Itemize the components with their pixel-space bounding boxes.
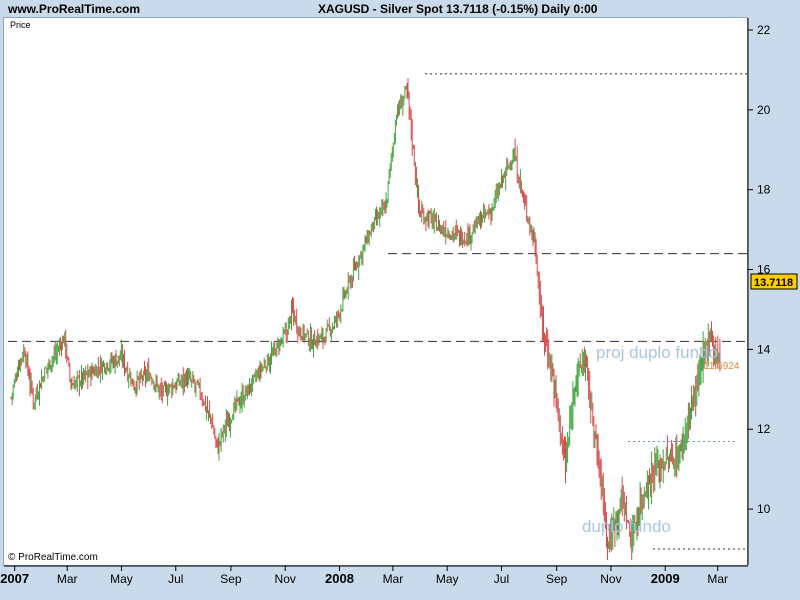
- price-chart: 10121416182022 2007 Mar May Jul Sep Nov 2008 Ma…: [0, 18, 798, 586]
- x-tick-label: May: [436, 572, 459, 586]
- ohlc-bars: [10, 78, 721, 561]
- x-tick-label: Jul: [494, 572, 509, 586]
- last-price-value: 13.7118: [754, 277, 793, 289]
- x-tick-label: Nov: [600, 572, 621, 586]
- y-tick-label: 12: [757, 422, 771, 436]
- x-tick-label: Sep: [220, 572, 242, 586]
- x-tick-label: May: [110, 572, 133, 586]
- x-tick-label: Sep: [546, 572, 568, 586]
- x-tick-label: Nov: [275, 572, 296, 586]
- y-tick-label: 20: [757, 103, 771, 117]
- y-axis: 10121416182022: [747, 18, 771, 565]
- x-tick-label: 2008: [325, 571, 354, 586]
- projection-annotation: proj duplo fundo: [596, 343, 718, 362]
- x-tick-label: Mar: [57, 572, 78, 586]
- y-tick-label: 10: [757, 502, 771, 516]
- x-tick-label: 2009: [651, 571, 680, 586]
- x-tick-label: Mar: [383, 572, 404, 586]
- projection-value: 11.6924: [704, 361, 740, 372]
- reference-lines: [8, 73, 748, 550]
- y-tick-label: 14: [757, 342, 771, 356]
- double-bottom-annotation: duplo fundo: [582, 517, 671, 536]
- x-tick-label: Jul: [168, 572, 183, 586]
- x-tick-label: 2007: [0, 571, 29, 586]
- y-tick-label: 22: [757, 23, 771, 37]
- x-tick-label: Mar: [707, 572, 728, 586]
- last-price-tag: 13.7118: [750, 273, 798, 290]
- y-tick-label: 18: [757, 183, 771, 197]
- x-axis: 2007 Mar May Jul Sep Nov 2008 Mar May Jul Sep Nov 20…: [0, 565, 748, 586]
